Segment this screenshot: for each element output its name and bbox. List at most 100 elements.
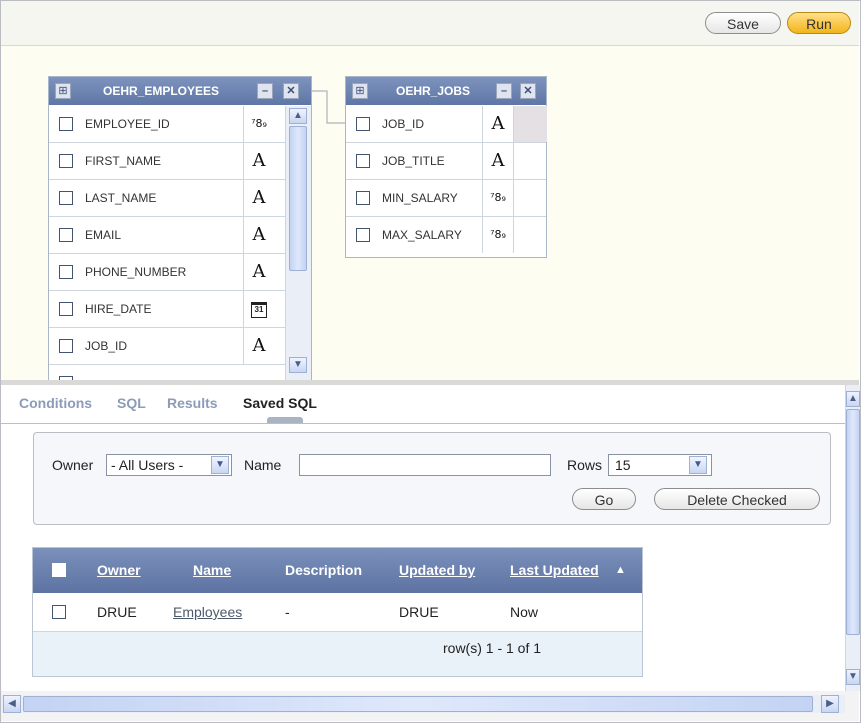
horizontal-scrollbar-area: ◀ ▶ xyxy=(1,691,859,721)
scroll-down-button[interactable]: ▼ xyxy=(289,357,307,373)
minimize-icon[interactable]: – xyxy=(257,83,273,99)
column-row[interactable]: MAX_SALARY ⁷8₉ xyxy=(346,217,546,253)
table-scrollbar[interactable]: ▲ ▼ xyxy=(285,106,311,380)
text-type-icon: A xyxy=(482,106,513,142)
owner-label: Owner xyxy=(52,457,94,473)
scroll-up-button[interactable]: ▲ xyxy=(289,108,307,124)
query-design-canvas: ⊞ OEHR_EMPLOYEES – ✕ EMPLOYEE_ID ⁷8₉ FIR… xyxy=(1,46,859,380)
text-type-icon: A xyxy=(243,143,274,179)
column-checkbox[interactable] xyxy=(59,265,73,279)
text-type-icon: A xyxy=(243,217,274,253)
column-name: MAX_SALARY xyxy=(382,228,462,242)
scroll-right-button[interactable]: ▶ xyxy=(821,695,839,713)
column-name: EMAIL xyxy=(85,228,122,242)
scroll-thumb[interactable] xyxy=(23,696,813,712)
table-row: DRUE Employees - DRUE Now xyxy=(33,593,642,632)
number-type-icon: ⁷8₉ xyxy=(482,180,513,216)
search-region: Owner - All Users - ▼ Name Rows 15 ▼ Go … xyxy=(33,432,831,525)
column-row[interactable]: JOB_ID A xyxy=(49,328,285,365)
column-name: JOB_ID xyxy=(382,117,425,131)
save-button[interactable]: Save xyxy=(705,12,781,34)
row-filler xyxy=(513,217,547,253)
scroll-down-button[interactable]: ▼ xyxy=(846,669,860,685)
table-header[interactable]: ⊞ OEHR_JOBS – ✕ xyxy=(346,77,546,105)
row-checkbox[interactable] xyxy=(52,605,66,619)
text-type-icon: A xyxy=(243,180,274,216)
rows-select[interactable]: 15 ▼ xyxy=(608,454,712,476)
row-filler xyxy=(513,180,547,216)
column-row[interactable] xyxy=(49,365,285,380)
saved-sql-report: Owner Name Description Updated by Last U… xyxy=(32,547,643,677)
close-icon[interactable]: ✕ xyxy=(283,83,299,99)
table-grid-icon[interactable]: ⊞ xyxy=(55,83,71,99)
column-checkbox[interactable] xyxy=(59,302,73,316)
column-row[interactable]: FIRST_NAME A xyxy=(49,143,285,180)
sort-last-updated-link[interactable]: Last Updated xyxy=(510,548,599,593)
name-input[interactable] xyxy=(299,454,551,476)
column-row[interactable]: EMPLOYEE_ID ⁷8₉ xyxy=(49,106,285,143)
column-checkbox[interactable] xyxy=(59,154,73,168)
date-type-icon: 31 xyxy=(243,291,274,327)
table-name: OEHR_EMPLOYEES xyxy=(103,84,220,98)
scroll-up-button[interactable]: ▲ xyxy=(846,391,860,407)
column-checkbox[interactable] xyxy=(356,117,370,131)
column-checkbox[interactable] xyxy=(59,339,73,353)
tab-sql[interactable]: SQL xyxy=(117,395,146,411)
owner-cell: DRUE xyxy=(97,604,137,620)
scroll-thumb[interactable] xyxy=(846,409,860,635)
column-checkbox[interactable] xyxy=(59,191,73,205)
column-checkbox[interactable] xyxy=(356,154,370,168)
row-filler xyxy=(513,143,547,179)
table-grid-icon[interactable]: ⊞ xyxy=(352,83,368,99)
column-name: EMPLOYEE_ID xyxy=(85,117,170,131)
table-name: OEHR_JOBS xyxy=(396,84,471,98)
tab-divider xyxy=(1,423,845,424)
text-type-icon: A xyxy=(243,254,274,290)
sort-owner-link[interactable]: Owner xyxy=(97,548,141,593)
go-button[interactable]: Go xyxy=(572,488,636,510)
name-label: Name xyxy=(244,457,282,473)
close-icon[interactable]: ✕ xyxy=(520,83,536,99)
column-name: JOB_ID xyxy=(85,339,128,353)
text-type-icon: A xyxy=(243,328,274,364)
table-oehr-jobs[interactable]: ⊞ OEHR_JOBS – ✕ JOB_ID A JOB_TITLE A MIN… xyxy=(345,76,547,258)
column-row[interactable]: LAST_NAME A xyxy=(49,180,285,217)
column-name: LAST_NAME xyxy=(85,191,157,205)
chevron-down-icon[interactable]: ▼ xyxy=(211,456,229,474)
panel-scrollbar[interactable]: ▲ ▼ xyxy=(845,385,860,691)
column-row[interactable]: JOB_ID A xyxy=(346,106,547,143)
run-button[interactable]: Run xyxy=(787,12,851,34)
text-type-icon: A xyxy=(482,143,513,179)
chevron-down-icon[interactable]: ▼ xyxy=(689,456,707,474)
owner-select-value: - All Users - xyxy=(111,457,184,473)
column-checkbox[interactable] xyxy=(59,117,73,131)
tab-conditions[interactable]: Conditions xyxy=(19,395,92,411)
column-name: HIRE_DATE xyxy=(85,302,152,316)
column-row[interactable]: JOB_TITLE A xyxy=(346,143,546,180)
scroll-thumb[interactable] xyxy=(289,126,307,271)
sort-name-link[interactable]: Name xyxy=(193,548,231,593)
sort-updated-by-link[interactable]: Updated by xyxy=(399,548,475,593)
table-oehr-employees[interactable]: ⊞ OEHR_EMPLOYEES – ✕ EMPLOYEE_ID ⁷8₉ FIR… xyxy=(48,76,312,380)
tab-results[interactable]: Results xyxy=(167,395,218,411)
scroll-left-button[interactable]: ◀ xyxy=(3,695,21,713)
horizontal-scrollbar[interactable]: ◀ ▶ xyxy=(1,695,845,713)
column-checkbox[interactable] xyxy=(59,228,73,242)
sort-ascending-icon: ▲ xyxy=(615,564,626,576)
column-row[interactable]: MIN_SALARY ⁷8₉ xyxy=(346,180,546,217)
owner-select[interactable]: - All Users - ▼ xyxy=(106,454,232,476)
column-checkbox[interactable] xyxy=(356,191,370,205)
minimize-icon[interactable]: – xyxy=(496,83,512,99)
column-row[interactable]: EMAIL A xyxy=(49,217,285,254)
column-row[interactable]: HIRE_DATE 31 xyxy=(49,291,285,328)
column-name: JOB_TITLE xyxy=(382,154,445,168)
delete-checked-button[interactable]: Delete Checked xyxy=(654,488,820,510)
select-all-checkbox[interactable] xyxy=(52,563,66,577)
column-row[interactable]: PHONE_NUMBER A xyxy=(49,254,285,291)
column-checkbox[interactable] xyxy=(356,228,370,242)
number-type-icon: ⁷8₉ xyxy=(243,106,274,142)
table-header[interactable]: ⊞ OEHR_EMPLOYEES – ✕ xyxy=(49,77,311,105)
saved-query-link[interactable]: Employees xyxy=(173,593,242,631)
tab-saved-sql[interactable]: Saved SQL xyxy=(243,395,317,411)
column-name: FIRST_NAME xyxy=(85,154,162,168)
